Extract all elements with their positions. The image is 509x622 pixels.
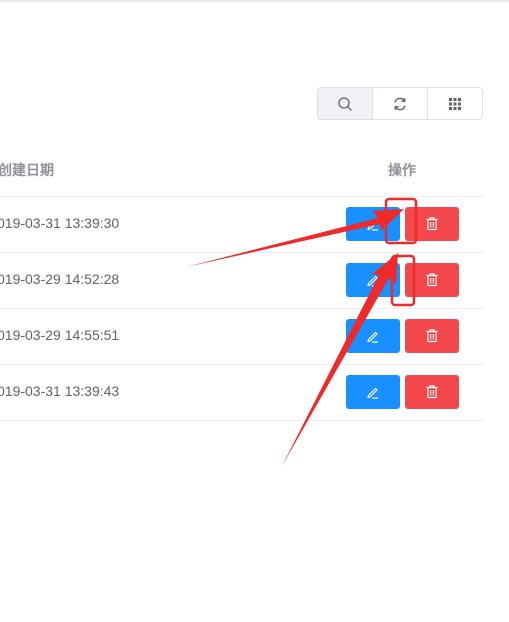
data-table: 创建日期 操作 019-03-31 13:39:30 019-03-29 14:… (0, 141, 484, 421)
grid-icon (449, 97, 461, 110)
edit-pencil-icon (367, 387, 378, 399)
edit-pencil-icon (367, 275, 378, 287)
edit-pencil-icon (367, 219, 378, 231)
edit-button[interactable] (346, 319, 400, 353)
delete-button[interactable] (405, 207, 459, 241)
edit-button[interactable] (346, 375, 400, 409)
edit-pencil-icon (367, 331, 378, 343)
table-row: 019-03-29 14:55:51 (0, 309, 484, 365)
table-header: 创建日期 操作 (0, 141, 484, 197)
delete-button[interactable] (405, 319, 459, 353)
delete-button[interactable] (405, 375, 459, 409)
trash-icon (426, 329, 438, 343)
table-row: 019-03-29 14:52:28 (0, 253, 484, 309)
refresh-icon (394, 97, 406, 110)
table-row: 019-03-31 13:39:43 (0, 365, 484, 421)
columns-button[interactable] (428, 88, 482, 119)
page: 创建日期 操作 019-03-31 13:39:30 019-03-29 14:… (0, 0, 509, 622)
trash-icon (426, 273, 438, 287)
trash-icon (426, 217, 438, 231)
delete-button[interactable] (405, 263, 459, 297)
top-divider (0, 0, 509, 2)
search-icon (338, 96, 352, 111)
column-header-date: 创建日期 (0, 162, 54, 178)
search-toggle-button[interactable] (318, 88, 373, 119)
edit-button[interactable] (346, 207, 400, 241)
refresh-button[interactable] (373, 88, 428, 119)
created-date-cell: 019-03-29 14:52:28 (0, 271, 120, 287)
trash-icon (426, 385, 438, 399)
table-row: 019-03-31 13:39:30 (0, 197, 484, 253)
edit-button[interactable] (346, 263, 400, 297)
created-date-cell: 019-03-29 14:55:51 (0, 327, 120, 343)
column-header-action: 操作 (388, 162, 416, 178)
created-date-cell: 019-03-31 13:39:30 (0, 215, 120, 231)
created-date-cell: 019-03-31 13:39:43 (0, 383, 120, 399)
table-toolbar (317, 87, 483, 120)
